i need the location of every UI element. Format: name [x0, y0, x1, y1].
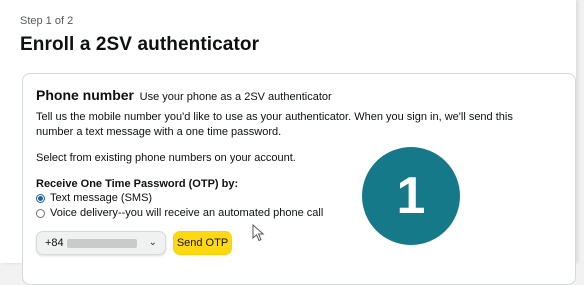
select-existing-text: Select from existing phone numbers on yo…: [36, 152, 296, 164]
card-description: Tell us the mobile number you'd like to …: [36, 111, 513, 138]
radio-label-sms: Text message (SMS): [50, 192, 153, 204]
radio-option-voice[interactable]: Voice delivery--you will receive an auto…: [36, 207, 323, 219]
radio-option-sms[interactable]: Text message (SMS): [36, 192, 152, 204]
page: Step 1 of 2 Enroll a 2SV authenticator P…: [0, 0, 576, 285]
radio-button-sms[interactable]: [36, 193, 45, 203]
step-number-badge: 1: [362, 147, 460, 245]
send-otp-button[interactable]: Send OTP: [173, 231, 232, 255]
chevron-down-icon: ⌄: [148, 237, 157, 248]
card-heading: Phone number Use your phone as a 2SV aut…: [36, 87, 332, 103]
radio-label-voice: Voice delivery--you will receive an auto…: [50, 207, 324, 219]
redacted-phone-number: [67, 239, 137, 248]
radio-button-voice[interactable]: [36, 208, 45, 218]
card-heading-title: Phone number: [36, 87, 135, 103]
step-indicator: Step 1 of 2: [20, 15, 74, 27]
country-code: +84: [45, 237, 64, 249]
page-title: Enroll a 2SV authenticator: [20, 34, 260, 55]
otp-method-label: Receive One Time Password (OTP) by:: [36, 178, 239, 190]
mouse-cursor-icon: [252, 224, 265, 242]
phone-number-select[interactable]: +84 ⌄: [36, 231, 166, 255]
phone-number-card: Phone number Use your phone as a 2SV aut…: [22, 73, 576, 285]
card-heading-subtitle: Use your phone as a 2SV authenticator: [139, 91, 332, 103]
